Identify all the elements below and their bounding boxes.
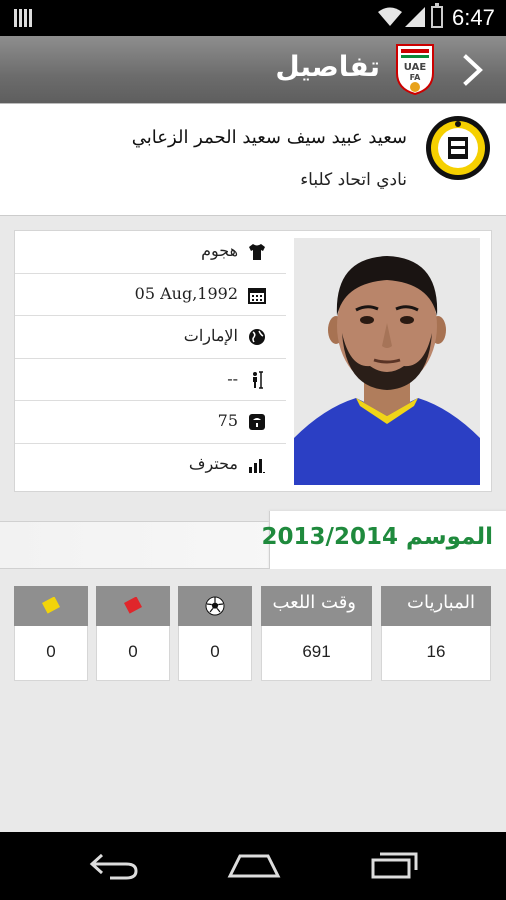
uae-fa-logo: UAE FA: [396, 44, 434, 95]
shirt-icon: [249, 244, 265, 260]
stat-header-label: المباريات: [407, 592, 475, 613]
player-details-list: هجوم 05 Aug,1992 الإمارات -- 75 محترف: [15, 231, 286, 485]
detail-value-position: هجوم: [201, 241, 238, 260]
stat-value-box: 0: [178, 626, 252, 681]
svg-text:UAE: UAE: [404, 62, 427, 73]
stat-value-box: 0: [96, 626, 170, 681]
stat-value-box: 0: [14, 626, 88, 681]
stat-header-playing-time: وقت اللعب: [261, 586, 372, 626]
detail-value-level: محترف: [188, 453, 238, 473]
height-icon: [253, 370, 263, 389]
stat-header-goals: [178, 586, 252, 626]
signal-icon: [405, 7, 425, 27]
detail-row-position: هجوم: [15, 231, 286, 274]
detail-row-level: محترف: [15, 444, 286, 486]
notification-icon: [14, 9, 34, 27]
stat-playing-time: وقت اللعب 691: [261, 586, 372, 681]
yellow-card-icon: [42, 597, 60, 614]
red-card-icon: [124, 597, 142, 614]
stat-value-red-cards: 0: [128, 642, 138, 661]
status-bar: 6:47: [0, 0, 506, 36]
home-nav-icon[interactable]: [227, 852, 281, 880]
club-logo: [426, 116, 490, 180]
battery-icon: [431, 3, 443, 28]
detail-value-weight: 75: [217, 411, 238, 430]
navigation-bar: [0, 832, 506, 900]
detail-value-nationality: الإمارات: [183, 326, 238, 345]
weight-scale-icon: [249, 414, 265, 430]
wifi-icon: [378, 7, 402, 26]
stat-red-cards: 0: [96, 586, 170, 681]
stat-value-goals: 0: [210, 642, 220, 661]
globe-icon: [249, 329, 265, 345]
back-nav-icon[interactable]: [88, 851, 140, 881]
club-name: نادي اتحاد كلباء: [300, 170, 407, 190]
stat-value-box: 691: [261, 626, 372, 681]
status-time: 6:47: [452, 5, 495, 30]
stat-yellow-cards: 0: [14, 586, 88, 681]
stat-header-yellow-cards: [14, 586, 88, 626]
stat-header-red-cards: [96, 586, 170, 626]
recent-apps-nav-icon[interactable]: [370, 850, 420, 880]
player-info-card: هجوم 05 Aug,1992 الإمارات -- 75 محترف: [14, 230, 492, 492]
level-bars-icon: [249, 458, 265, 473]
stat-value-box: 16: [381, 626, 491, 681]
player-name: سعيد عبيد سيف سعيد الحمر الزعابي: [131, 127, 407, 148]
stat-header-matches: المباريات: [381, 586, 491, 626]
player-header-card: سعيد عبيد سيف سعيد الحمر الزعابي نادي ات…: [0, 104, 506, 216]
season-label: الموسم 2013/2014: [261, 524, 493, 550]
stat-header-label: وقت اللعب: [272, 592, 357, 613]
season-tab[interactable]: الموسم 2013/2014: [262, 511, 506, 569]
stat-value-yellow-cards: 0: [46, 642, 56, 661]
detail-row-weight: 75: [15, 401, 286, 444]
detail-row-nationality: الإمارات: [15, 316, 286, 359]
stat-value-playing-time: 691: [302, 642, 331, 661]
calendar-icon: [248, 287, 266, 304]
stat-value-matches: 16: [426, 642, 446, 661]
stat-goals: 0: [178, 586, 252, 681]
player-photo: [294, 238, 480, 485]
app-bar: UAE FA تفاصيل: [0, 36, 506, 104]
detail-value-birthdate: 05 Aug,1992: [134, 283, 238, 303]
detail-row-birthdate: 05 Aug,1992: [15, 274, 286, 316]
svg-text:FA: FA: [410, 73, 422, 82]
detail-value-height: --: [227, 368, 238, 388]
stat-matches: المباريات 16: [381, 586, 491, 681]
chevron-right-icon[interactable]: [458, 53, 488, 87]
page-title: تفاصيل: [275, 50, 380, 83]
detail-row-height: --: [15, 359, 286, 401]
football-icon: [205, 596, 225, 616]
